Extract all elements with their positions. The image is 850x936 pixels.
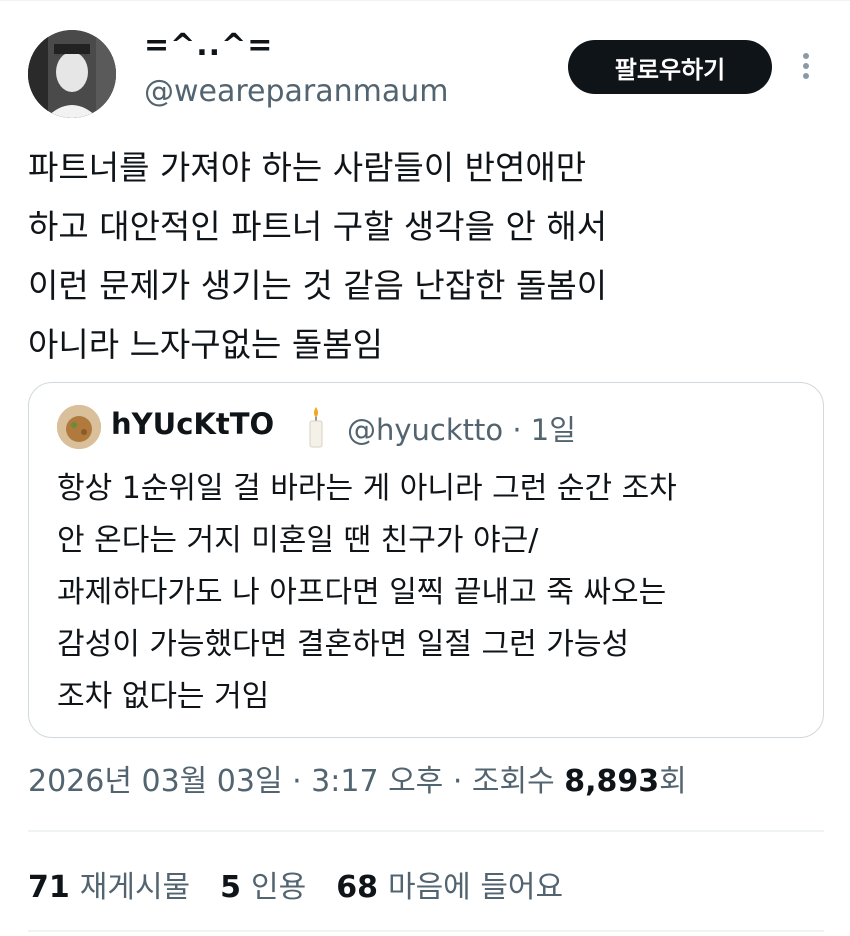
tweet-metadata: 2026년 03월 03일 · 3:17 오후 · 조회수 8,893회 — [28, 756, 687, 800]
tweet-timestamp[interactable]: 2026년 03월 03일 · 3:17 오후 · 조회수 — [28, 764, 564, 799]
quoted-author-name: hYUcKtTO — [111, 407, 275, 441]
quoted-author-handle: @hyucktto · 1일 — [347, 413, 576, 447]
view-count-suffix: 회 — [659, 764, 687, 799]
engagement-stats: 71 재게시물 5 인용 68 마음에 들어요 — [28, 862, 593, 906]
candle-icon — [309, 407, 323, 448]
quoted-author-avatar — [57, 405, 101, 449]
top-divider — [0, 0, 850, 1]
author-avatar[interactable] — [28, 30, 116, 118]
author-display-name[interactable]: =^..^= — [144, 28, 273, 63]
avatar-photo — [28, 30, 116, 118]
follow-button[interactable]: 팔로우하기 — [568, 40, 772, 94]
quoted-tweet-body: 항상 1순위일 걸 바라는 게 아니라 그런 순간 조차 안 온다는 거지 미혼… — [57, 471, 677, 714]
likes-label: 마음에 들어요 — [387, 870, 564, 905]
divider — [28, 830, 824, 832]
tweet-body: 파트너를 가져야 하는 사람들이 반연애만 하고 대안적인 파트너 구할 생각을… — [28, 148, 608, 364]
quoted-tweet[interactable]: hYUcKtTO @hyucktto · 1일 항상 1순위일 걸 바라는 게 … — [28, 382, 824, 738]
more-options-icon[interactable] — [800, 48, 812, 84]
likes-count: 68 — [336, 870, 378, 905]
quotes-label: 인용 — [251, 870, 307, 905]
likes-stat[interactable]: 68 마음에 들어요 — [336, 862, 563, 906]
divider — [28, 930, 824, 932]
quoted-avatar-photo — [57, 405, 101, 449]
reposts-count: 71 — [28, 870, 70, 905]
view-count: 8,893 — [564, 764, 660, 799]
reposts-label: 재게시물 — [79, 870, 191, 905]
author-handle[interactable]: @weareparanmaum — [144, 74, 449, 109]
quotes-stat[interactable]: 5 인용 — [220, 862, 306, 906]
reposts-stat[interactable]: 71 재게시물 — [28, 862, 190, 906]
quotes-count: 5 — [220, 870, 242, 905]
